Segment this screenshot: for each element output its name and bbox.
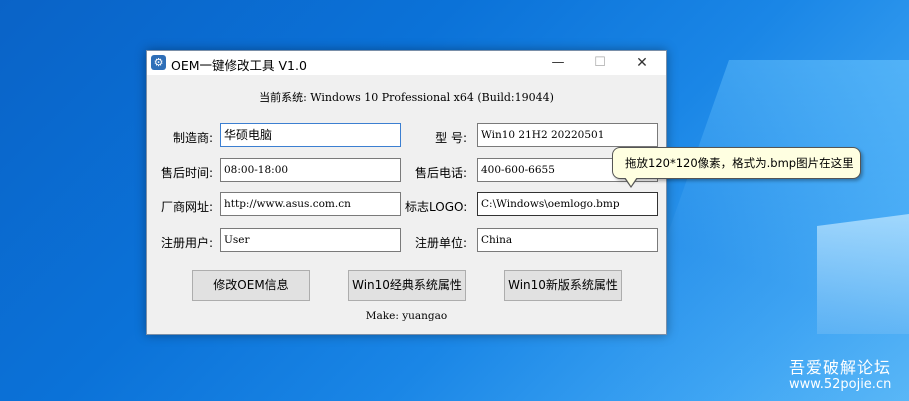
window-title: OEM一键修改工具 V1.0 <box>171 58 307 73</box>
model-label: 型 号: <box>435 131 467 145</box>
logo-label: 标志LOGO: <box>405 200 468 214</box>
registered-owner-input[interactable]: User <box>220 228 401 252</box>
support-hours-label: 售后时间: <box>160 166 213 180</box>
support-url-label: 厂商网址: <box>160 200 213 214</box>
forum-watermark-title: 吾爱破解论坛 <box>789 358 892 377</box>
current-system-text: 当前系统: Windows 10 Professional x64 (Build… <box>259 91 554 104</box>
title-bar[interactable]: ⚙ OEM一键修改工具 V1.0 — ☐ ✕ <box>147 51 666 75</box>
manufacturer-label: 制造商: <box>172 131 213 145</box>
support-hours-input[interactable]: 08:00-18:00 <box>220 158 401 182</box>
gear-icon: ⚙ <box>151 55 166 70</box>
wallpaper-window-shape <box>817 214 909 334</box>
support-phone-label: 售后电话: <box>414 166 467 180</box>
close-button[interactable]: ✕ <box>621 51 663 75</box>
author-credit: Make: yuangao <box>365 310 448 322</box>
support-url-input[interactable]: http://www.asus.com.cn <box>220 192 401 216</box>
logo-path-input[interactable]: C:\Windows\oemlogo.bmp <box>477 192 658 216</box>
manufacturer-input[interactable]: 华硕电脑 <box>220 123 401 147</box>
oem-tool-window: ⚙ OEM一键修改工具 V1.0 — ☐ ✕ 当前系统: Windows 10 … <box>146 50 667 335</box>
model-input[interactable]: Win10 21H2 20220501 <box>477 123 658 147</box>
modify-oem-button[interactable]: 修改OEM信息 <box>192 270 310 301</box>
registered-organization-label: 注册单位: <box>414 236 467 250</box>
registered-organization-input[interactable]: China <box>477 228 658 252</box>
new-system-properties-button[interactable]: Win10新版系统属性 <box>504 270 622 301</box>
classic-system-properties-button[interactable]: Win10经典系统属性 <box>348 270 466 301</box>
forum-watermark-url: www.52pojie.cn <box>789 377 892 392</box>
logo-drop-tooltip: 拖放120*120像素，格式为.bmp图片在这里 <box>612 147 861 179</box>
registered-owner-label: 注册用户: <box>160 236 213 250</box>
tooltip-tail-fill <box>625 177 637 186</box>
maximize-button[interactable]: ☐ <box>579 51 621 75</box>
minimize-button[interactable]: — <box>537 51 579 75</box>
